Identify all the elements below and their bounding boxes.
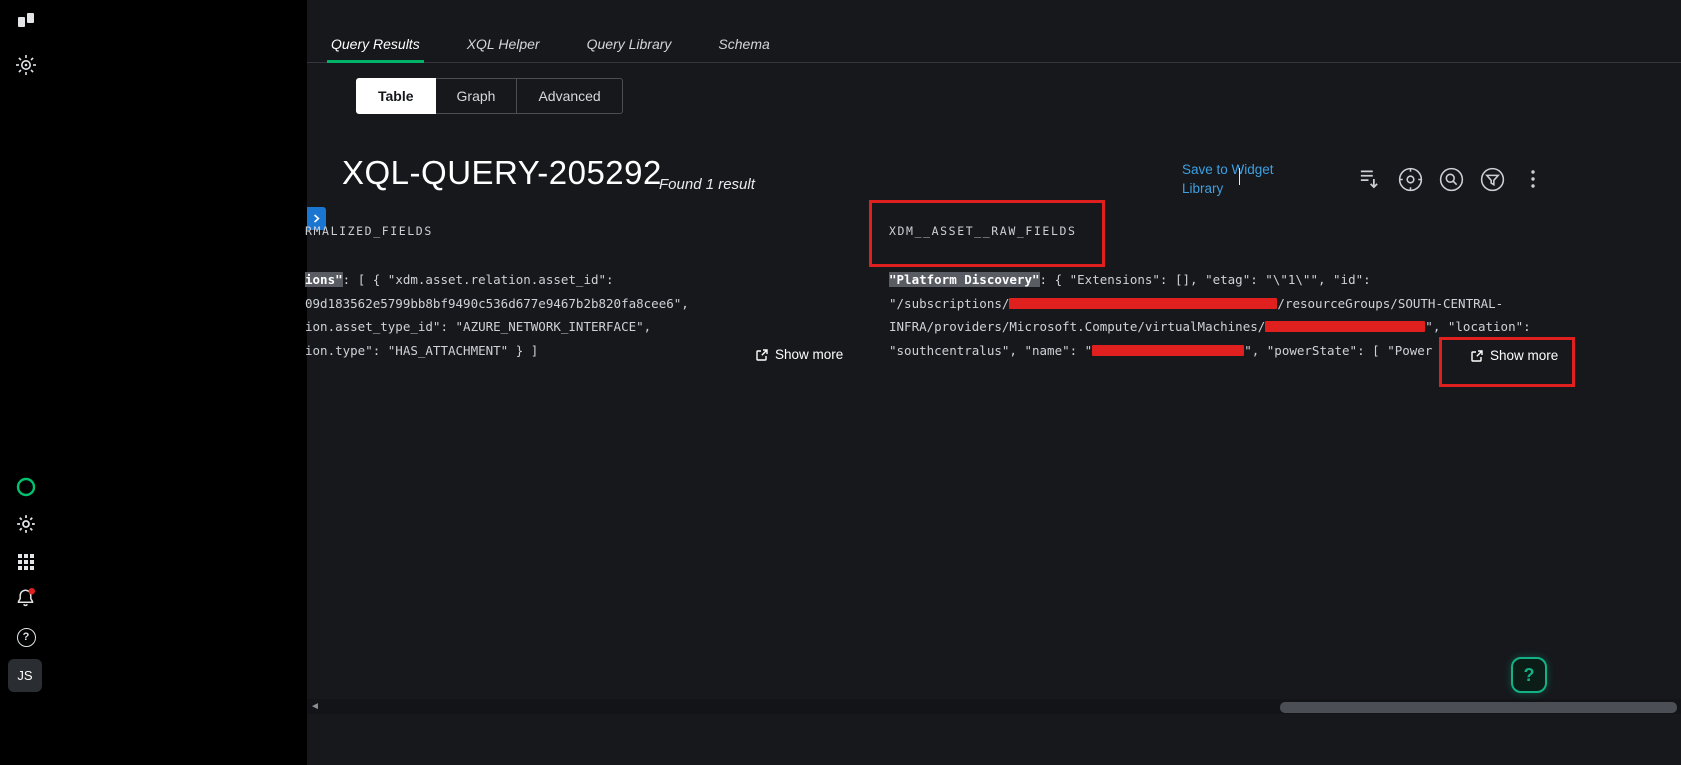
tab-query-results[interactable]: Query Results [331, 36, 420, 62]
settings-gear-icon[interactable] [14, 512, 38, 536]
left-nav-sidebar: ? JS [0, 0, 307, 765]
json-text: "/subscriptions/ [889, 296, 1009, 311]
search-icon[interactable] [1435, 163, 1467, 195]
redaction-bar [1009, 298, 1277, 309]
tab-schema[interactable]: Schema [718, 36, 769, 62]
notification-badge [29, 588, 35, 594]
json-text: : [ { "xdm.asset.relation.asset_id": [343, 272, 614, 287]
json-text: INFRA/providers/Microsoft.Compute/virtua… [889, 319, 1265, 334]
result-count: Found 1 result [659, 176, 755, 193]
view-graph-button[interactable]: Graph [436, 78, 518, 114]
external-link-icon [1470, 349, 1484, 363]
save-to-widget-link[interactable]: Save to Widget Library [1182, 160, 1282, 198]
view-switcher: Table Graph Advanced [356, 78, 623, 114]
json-line: ions": [ { "xdm.asset.relation.asset_id"… [305, 268, 865, 292]
view-table-button[interactable]: Table [356, 78, 436, 114]
highlighted-token: ions" [305, 272, 343, 287]
json-text: ", "location": [1425, 319, 1530, 334]
column-header-raw-fields[interactable]: XDM__ASSET__RAW_FIELDS [889, 224, 1077, 238]
redaction-bar [1092, 345, 1244, 356]
tab-label: Query Results [331, 36, 420, 52]
threat-burst-icon[interactable] [14, 53, 38, 77]
cell-raw-fields[interactable]: "Platform Discovery": { "Extensions": []… [889, 268, 1681, 362]
show-more-label: Show more [1490, 348, 1558, 363]
xql-query-results-page: ? JS Query Results XQL Helper Query Libr… [0, 0, 1681, 765]
query-title: XQL-QUERY-205292 [342, 154, 662, 192]
view-options-icon[interactable] [1394, 163, 1426, 195]
json-line: "Platform Discovery": { "Extensions": []… [889, 268, 1681, 292]
more-options-icon[interactable] [1517, 163, 1549, 195]
query-tabs: Query Results XQL Helper Query Library S… [307, 30, 1681, 63]
scroll-left-arrow[interactable]: ◄ [310, 701, 320, 713]
json-line: INFRA/providers/Microsoft.Compute/virtua… [889, 315, 1681, 339]
notifications-bell-icon[interactable] [14, 586, 38, 610]
tab-label: Query Library [587, 36, 672, 52]
results-toolbar [1353, 163, 1549, 195]
json-line: 09d183562e5799bb8bf9490c536d677e9467b2b8… [305, 292, 865, 316]
json-text: ion.type": "HAS_ATTACHMENT" } ] [305, 343, 538, 358]
view-advanced-button[interactable]: Advanced [517, 78, 622, 114]
json-text: : { "Extensions": [], "etag": "\"1\"", "… [1040, 272, 1371, 287]
json-line: "/subscriptions/ /resourceGroups/SOUTH-CE… [889, 292, 1681, 316]
user-avatar[interactable]: JS [8, 659, 42, 692]
help-button[interactable]: ? [1511, 657, 1547, 693]
hub-ring-icon[interactable] [14, 475, 38, 499]
json-text: "southcentralus", "name": " [889, 343, 1092, 358]
active-tab-underline [327, 60, 424, 63]
highlighted-token: "Platform Discovery" [889, 272, 1040, 287]
json-text: 09d183562e5799bb8bf9490c536d677e9467b2b8… [305, 296, 689, 311]
help-glyph: ? [17, 628, 36, 647]
export-results-icon[interactable] [1353, 163, 1385, 195]
query-results-main: Query Results XQL Helper Query Library S… [307, 0, 1681, 765]
json-text: /resourceGroups/SOUTH-CENTRAL- [1277, 296, 1503, 311]
filter-icon[interactable] [1476, 163, 1508, 195]
json-line: "southcentralus", "name": " ", "powerStat… [889, 339, 1681, 363]
tab-label: XQL Helper [467, 36, 540, 52]
show-more-label: Show more [775, 347, 843, 362]
json-line: ion.asset_type_id": "AZURE_NETWORK_INTER… [305, 315, 865, 339]
text-cursor [1239, 168, 1240, 185]
redaction-bar [1265, 321, 1425, 332]
show-more-left-link[interactable]: Show more [755, 347, 843, 362]
external-link-icon [755, 348, 769, 362]
tab-xql-helper[interactable]: XQL Helper [467, 36, 540, 62]
column-header-normalized-fields[interactable]: RMALIZED_FIELDS [305, 224, 433, 238]
apps-grid-icon[interactable] [14, 550, 38, 574]
json-text: ", "powerState": [ "Power [1244, 343, 1432, 358]
json-text: ion.asset_type_id": "AZURE_NETWORK_INTER… [305, 319, 651, 334]
horizontal-scrollbar-thumb[interactable] [1280, 702, 1677, 713]
apps-grid-glyph [18, 554, 34, 570]
reports-icon[interactable] [14, 8, 38, 32]
help-circle-icon[interactable]: ? [14, 625, 38, 649]
tab-query-library[interactable]: Query Library [587, 36, 672, 62]
tab-label: Schema [718, 36, 769, 52]
show-more-right-link[interactable]: Show more [1452, 348, 1558, 363]
